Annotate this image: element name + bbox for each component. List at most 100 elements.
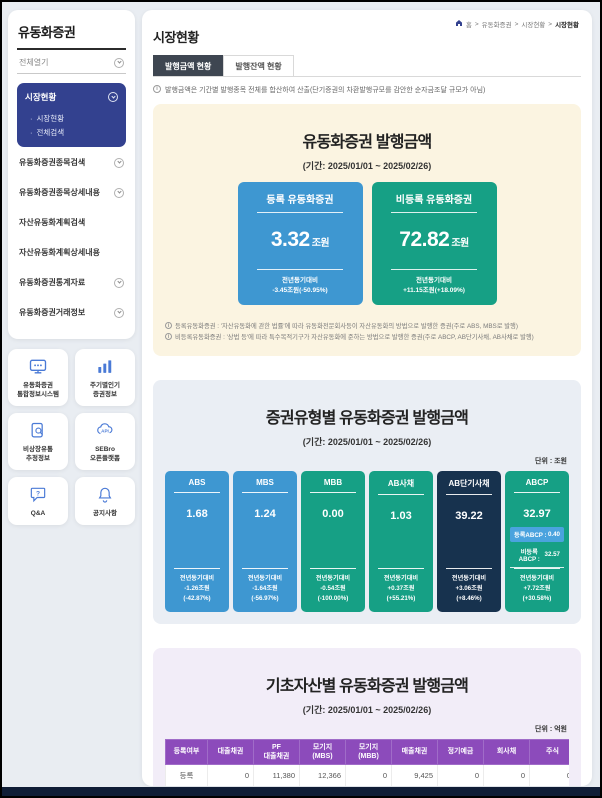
sidebar-item-security-search[interactable]: 유동화증권종목검색 bbox=[17, 147, 126, 177]
asset-table: 등록여부 대출채권 PF 대출채권 모기지 (MBS) 모기지 (MBB) 매출… bbox=[165, 739, 569, 786]
col-header: 모기지 (MBS) bbox=[300, 739, 346, 764]
asset-table-viewport: 등록여부 대출채권 PF 대출채권 모기지 (MBS) 모기지 (MBB) 매출… bbox=[165, 739, 569, 786]
sidebar-item-label: 유동화증권거래정보 bbox=[19, 307, 85, 318]
quick-link-notice[interactable]: 공지사항 bbox=[75, 477, 135, 525]
yoy-amount: -1.26조원 bbox=[169, 584, 225, 594]
cell: 0 bbox=[438, 764, 484, 786]
yoy-amount: -1.64조원 bbox=[237, 584, 293, 594]
tab-outstanding-balance[interactable]: 발행잔액 현황 bbox=[223, 55, 293, 76]
column-yoy: 전년동기대비 -1.26조원 (-42.87%) bbox=[169, 574, 225, 604]
divider bbox=[242, 568, 288, 569]
sidebar-group-label: 시장현황 bbox=[25, 91, 56, 103]
column-value: 1.24 bbox=[237, 508, 293, 520]
issuance-summary-card: 유동화증권 발행금액 (기간: 2025/01/01 ~ 2025/02/26)… bbox=[153, 104, 581, 356]
column-yoy: 전년동기대비 +0.37조원 (+55.21%) bbox=[373, 574, 429, 604]
document-search-icon bbox=[10, 421, 66, 441]
yoy-pct: (+55.21%) bbox=[373, 594, 429, 604]
yoy-label: 전년동기대비 bbox=[373, 574, 429, 584]
breadcrumb-separator: > bbox=[515, 21, 519, 28]
page-title: 시장현황 bbox=[153, 27, 581, 46]
quick-link-qna[interactable]: ? Q&A bbox=[8, 477, 68, 525]
asset-card-period: (기간: 2025/01/01 ~ 2025/02/26) bbox=[165, 703, 569, 716]
asset-breakdown-card: 기초자산별 유동화증권 발행금액 (기간: 2025/01/01 ~ 2025/… bbox=[153, 648, 581, 786]
divider bbox=[446, 494, 492, 495]
asset-card-title: 기초자산별 유동화증권 발행금액 bbox=[165, 672, 569, 696]
col-header: 매출채권 bbox=[392, 739, 438, 764]
sidebar-expand-all[interactable]: 전체열기 bbox=[17, 50, 126, 74]
column-value: 0.00 bbox=[305, 508, 361, 520]
col-header: 정기예금 bbox=[438, 739, 484, 764]
type-column-abs: ABS 1.68 전년동기대비 -1.26조원 (-42.87%) bbox=[165, 471, 229, 612]
cell: 0 bbox=[208, 764, 254, 786]
table-header-row: 등록여부 대출채권 PF 대출채권 모기지 (MBS) 모기지 (MBB) 매출… bbox=[166, 739, 570, 764]
home-icon[interactable] bbox=[455, 19, 463, 29]
yoy-amount: +7.72조원 bbox=[509, 584, 565, 594]
type-column-abcp: ABCP 32.97 등록ABCP : 0.40 비등록ABCP : 32.57… bbox=[505, 471, 569, 612]
issuance-footnotes: 등록유동화증권 : '자산유동화에 관한 법률'에 따라 유동화전문회사등이 자… bbox=[165, 321, 569, 344]
issuance-card-title: 유동화증권 발행금액 bbox=[165, 128, 569, 152]
abcp-registered-row: 등록ABCP : 0.40 bbox=[510, 527, 564, 542]
type-card-unit: 단위 : 조원 bbox=[167, 456, 567, 466]
column-yoy: 전년동기대비 +7.72조원 (+30.58%) bbox=[509, 574, 565, 604]
breadcrumb-home[interactable]: 홈 bbox=[466, 19, 472, 29]
sidebar-group-market-status: 시장현황 시장현황 전체검색 bbox=[17, 83, 126, 147]
quick-link-integrated-info[interactable]: 유동화증권 통합정보시스템 bbox=[8, 349, 68, 406]
issuance-boxes: 등록 유동화증권 3.32조원 전년동기대비 -3.45조원(-50.95%) … bbox=[165, 182, 569, 305]
sidebar-group-market-status-header[interactable]: 시장현황 bbox=[25, 91, 118, 103]
abcp-sub-label: 등록ABCP : bbox=[514, 530, 547, 539]
sidebar-title: 유동화증권 bbox=[17, 20, 126, 50]
info-icon bbox=[165, 322, 172, 329]
divider bbox=[310, 492, 356, 493]
footnote-text: 등록유동화증권 : '자산유동화에 관한 법률'에 따라 유동화전문회사등이 자… bbox=[175, 321, 518, 332]
info-icon bbox=[153, 85, 161, 93]
divider bbox=[174, 492, 220, 493]
box-yoy: 전년동기대비 -3.45조원(-50.95%) bbox=[246, 276, 355, 296]
column-label: AB단기사채 bbox=[441, 478, 497, 494]
breadcrumb-item[interactable]: 유동화증권 bbox=[482, 19, 512, 29]
sidebar-item-plan-search[interactable]: 자산유동화계획검색 bbox=[17, 207, 126, 237]
column-value: 39.22 bbox=[441, 510, 497, 522]
quick-link-periodic-popular[interactable]: 주기별인기 증권정보 bbox=[75, 349, 135, 406]
column-value: 1.68 bbox=[169, 508, 225, 520]
column-label: MBS bbox=[237, 478, 293, 492]
column-label: AB사채 bbox=[373, 478, 429, 494]
sidebar-subitem-market-status[interactable]: 시장현황 bbox=[25, 110, 118, 124]
quick-link-unlisted-estimate[interactable]: 비상장유통 추정정보 bbox=[8, 413, 68, 470]
column-label: ABS bbox=[169, 478, 225, 492]
tab-issuance-amount[interactable]: 발행금액 현황 bbox=[153, 55, 223, 76]
chevron-up-circle-icon bbox=[108, 92, 118, 102]
sidebar-item-trade-info[interactable]: 유동화증권거래정보 bbox=[17, 297, 126, 327]
chevron-down-circle-icon bbox=[114, 58, 124, 68]
sidebar-menu-card: 유동화증권 전체열기 시장현황 시장현황 전체검색 유동화증권종목검색 bbox=[8, 10, 135, 339]
type-card-period: (기간: 2025/01/01 ~ 2025/02/26) bbox=[165, 435, 569, 448]
bar-chart-icon bbox=[77, 357, 133, 377]
column-yoy: 전년동기대비 -1.64조원 (-56.97%) bbox=[237, 574, 293, 604]
bell-icon bbox=[77, 485, 133, 505]
divider bbox=[514, 492, 560, 493]
divider bbox=[514, 568, 560, 569]
column-value: 1.03 bbox=[373, 510, 429, 522]
cell: 11,380 bbox=[254, 764, 300, 786]
footnote: 등록유동화증권 : '자산유동화에 관한 법률'에 따라 유동화전문회사등이 자… bbox=[165, 321, 569, 332]
sidebar-item-plan-detail[interactable]: 자산유동화계획상세내용 bbox=[17, 237, 126, 267]
sidebar-item-security-detail[interactable]: 유동화증권종목상세내용 bbox=[17, 177, 126, 207]
page: 유동화증권 전체열기 시장현황 시장현황 전체검색 유동화증권종목검색 bbox=[0, 0, 602, 798]
breadcrumb-item[interactable]: 시장현황 bbox=[521, 19, 545, 29]
divider bbox=[446, 568, 492, 569]
quick-link-label: 공지사항 bbox=[77, 509, 133, 518]
yoy-value: +11.15조원(+18.09%) bbox=[380, 286, 489, 296]
sidebar-item-statistics[interactable]: 유동화증권통계자료 bbox=[17, 267, 126, 297]
quick-link-label: 비상장유통 추정정보 bbox=[10, 445, 66, 463]
col-header: 주식 bbox=[530, 739, 570, 764]
divider bbox=[174, 568, 220, 569]
box-label: 비등록 유동화증권 bbox=[380, 191, 489, 212]
quick-link-open-platform[interactable]: API SEBro 오픈플랫폼 bbox=[75, 413, 135, 470]
tab-bar: 발행금액 현황 발행잔액 현황 bbox=[153, 55, 581, 77]
divider bbox=[310, 568, 356, 569]
divider bbox=[378, 568, 424, 569]
sidebar-subitem-full-search[interactable]: 전체검색 bbox=[25, 124, 118, 138]
footer-bar bbox=[2, 787, 600, 796]
yoy-pct: (+8.46%) bbox=[441, 594, 497, 604]
column-label: MBB bbox=[305, 478, 361, 492]
info-icon bbox=[165, 333, 172, 340]
